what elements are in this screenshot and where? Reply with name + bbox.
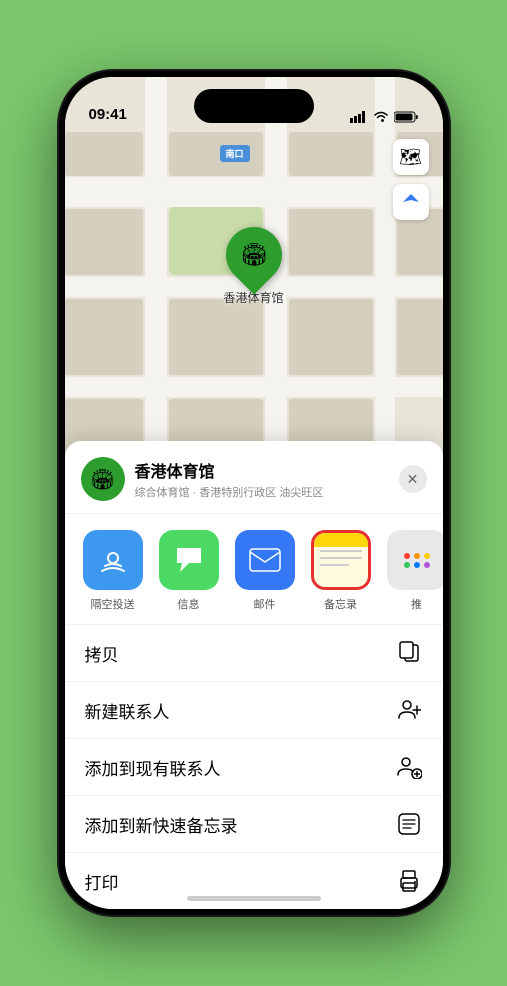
dot-orange — [414, 553, 420, 559]
action-list: 拷贝 新建联系人 — [65, 625, 443, 909]
map-pin: 🏟 香港体育馆 — [223, 227, 283, 306]
share-item-more[interactable]: 推 — [385, 530, 443, 612]
person-badge-plus-icon — [395, 753, 423, 781]
more-dots-top — [404, 553, 430, 559]
mail-icon — [235, 530, 295, 590]
signal-icon — [350, 111, 368, 123]
messages-label: 信息 — [178, 596, 200, 612]
action-add-existing[interactable]: 添加到现有联系人 — [65, 739, 443, 796]
share-item-notes[interactable]: 备忘录 — [309, 530, 373, 612]
venue-name: 香港体育馆 — [135, 458, 399, 482]
dynamic-island — [194, 89, 314, 123]
more-icon — [387, 530, 443, 590]
map-type-button[interactable]: 🗺 — [393, 139, 429, 175]
action-add-notes[interactable]: 添加到新快速备忘录 — [65, 796, 443, 853]
notes-label: 备忘录 — [324, 596, 357, 612]
notes-icon — [311, 530, 371, 590]
messages-icon — [159, 530, 219, 590]
copy-svg — [398, 641, 420, 665]
map-area: 南口 🗺 🏟 香港体育馆 — [65, 77, 443, 497]
add-notes-label: 添加到新快速备忘录 — [85, 812, 238, 837]
location-arrow-icon — [402, 193, 420, 211]
airdrop-icon — [83, 530, 143, 590]
phone-screen: 09:41 — [65, 77, 443, 909]
pin-icon: 🏟 — [240, 242, 268, 268]
notes-square-svg — [398, 813, 420, 835]
notes-line-3 — [320, 564, 349, 566]
dot-red — [404, 553, 410, 559]
dot-purple — [424, 562, 430, 568]
home-indicator — [187, 896, 321, 901]
notes-line-1 — [320, 550, 362, 552]
venue-emoji: 🏟 — [90, 467, 115, 492]
share-row: 隔空投送 信息 — [65, 514, 443, 625]
more-label: 推 — [411, 596, 422, 612]
person-badge-plus-svg — [396, 755, 422, 779]
venue-subtitle: 综合体育馆 · 香港特别行政区 油尖旺区 — [135, 484, 399, 500]
printer-svg — [397, 870, 421, 892]
copy-icon — [395, 639, 423, 667]
notes-top-bar — [314, 533, 368, 547]
action-new-contact[interactable]: 新建联系人 — [65, 682, 443, 739]
share-item-messages[interactable]: 信息 — [157, 530, 221, 612]
more-dots-bottom — [404, 562, 430, 568]
battery-icon — [394, 111, 419, 123]
notes-square-icon — [395, 810, 423, 838]
action-copy[interactable]: 拷贝 — [65, 625, 443, 682]
person-plus-svg — [397, 698, 421, 722]
airdrop-label: 隔空投送 — [91, 596, 135, 612]
person-plus-icon — [395, 696, 423, 724]
venue-info: 香港体育馆 综合体育馆 · 香港特别行政区 油尖旺区 — [135, 458, 399, 500]
pin-circle: 🏟 — [214, 215, 293, 294]
copy-label: 拷贝 — [85, 641, 119, 666]
status-time: 09:41 — [89, 106, 127, 123]
status-icons — [350, 111, 419, 123]
notes-lines — [320, 550, 362, 571]
phone-frame: 09:41 — [59, 71, 449, 915]
share-item-airdrop[interactable]: 隔空投送 — [81, 530, 145, 612]
map-label: 南口 — [220, 145, 250, 162]
printer-icon — [395, 867, 423, 895]
dot-yellow — [424, 553, 430, 559]
sheet-header: 🏟 香港体育馆 综合体育馆 · 香港特别行政区 油尖旺区 ✕ — [65, 441, 443, 514]
location-button[interactable] — [393, 184, 429, 220]
airdrop-svg — [97, 544, 129, 576]
add-existing-label: 添加到现有联系人 — [85, 755, 221, 780]
wifi-icon — [373, 111, 389, 123]
print-label: 打印 — [85, 869, 119, 894]
share-item-mail[interactable]: 邮件 — [233, 530, 297, 612]
dot-blue — [414, 562, 420, 568]
mail-label: 邮件 — [254, 596, 276, 612]
notes-line-2 — [320, 557, 362, 559]
new-contact-label: 新建联系人 — [85, 698, 170, 723]
venue-icon: 🏟 — [81, 457, 125, 501]
map-controls: 🗺 — [393, 139, 429, 220]
dot-green — [404, 562, 410, 568]
messages-svg — [172, 543, 206, 577]
bottom-sheet: 🏟 香港体育馆 综合体育馆 · 香港特别行政区 油尖旺区 ✕ — [65, 441, 443, 909]
mail-svg — [248, 547, 282, 573]
close-button[interactable]: ✕ — [399, 465, 427, 493]
